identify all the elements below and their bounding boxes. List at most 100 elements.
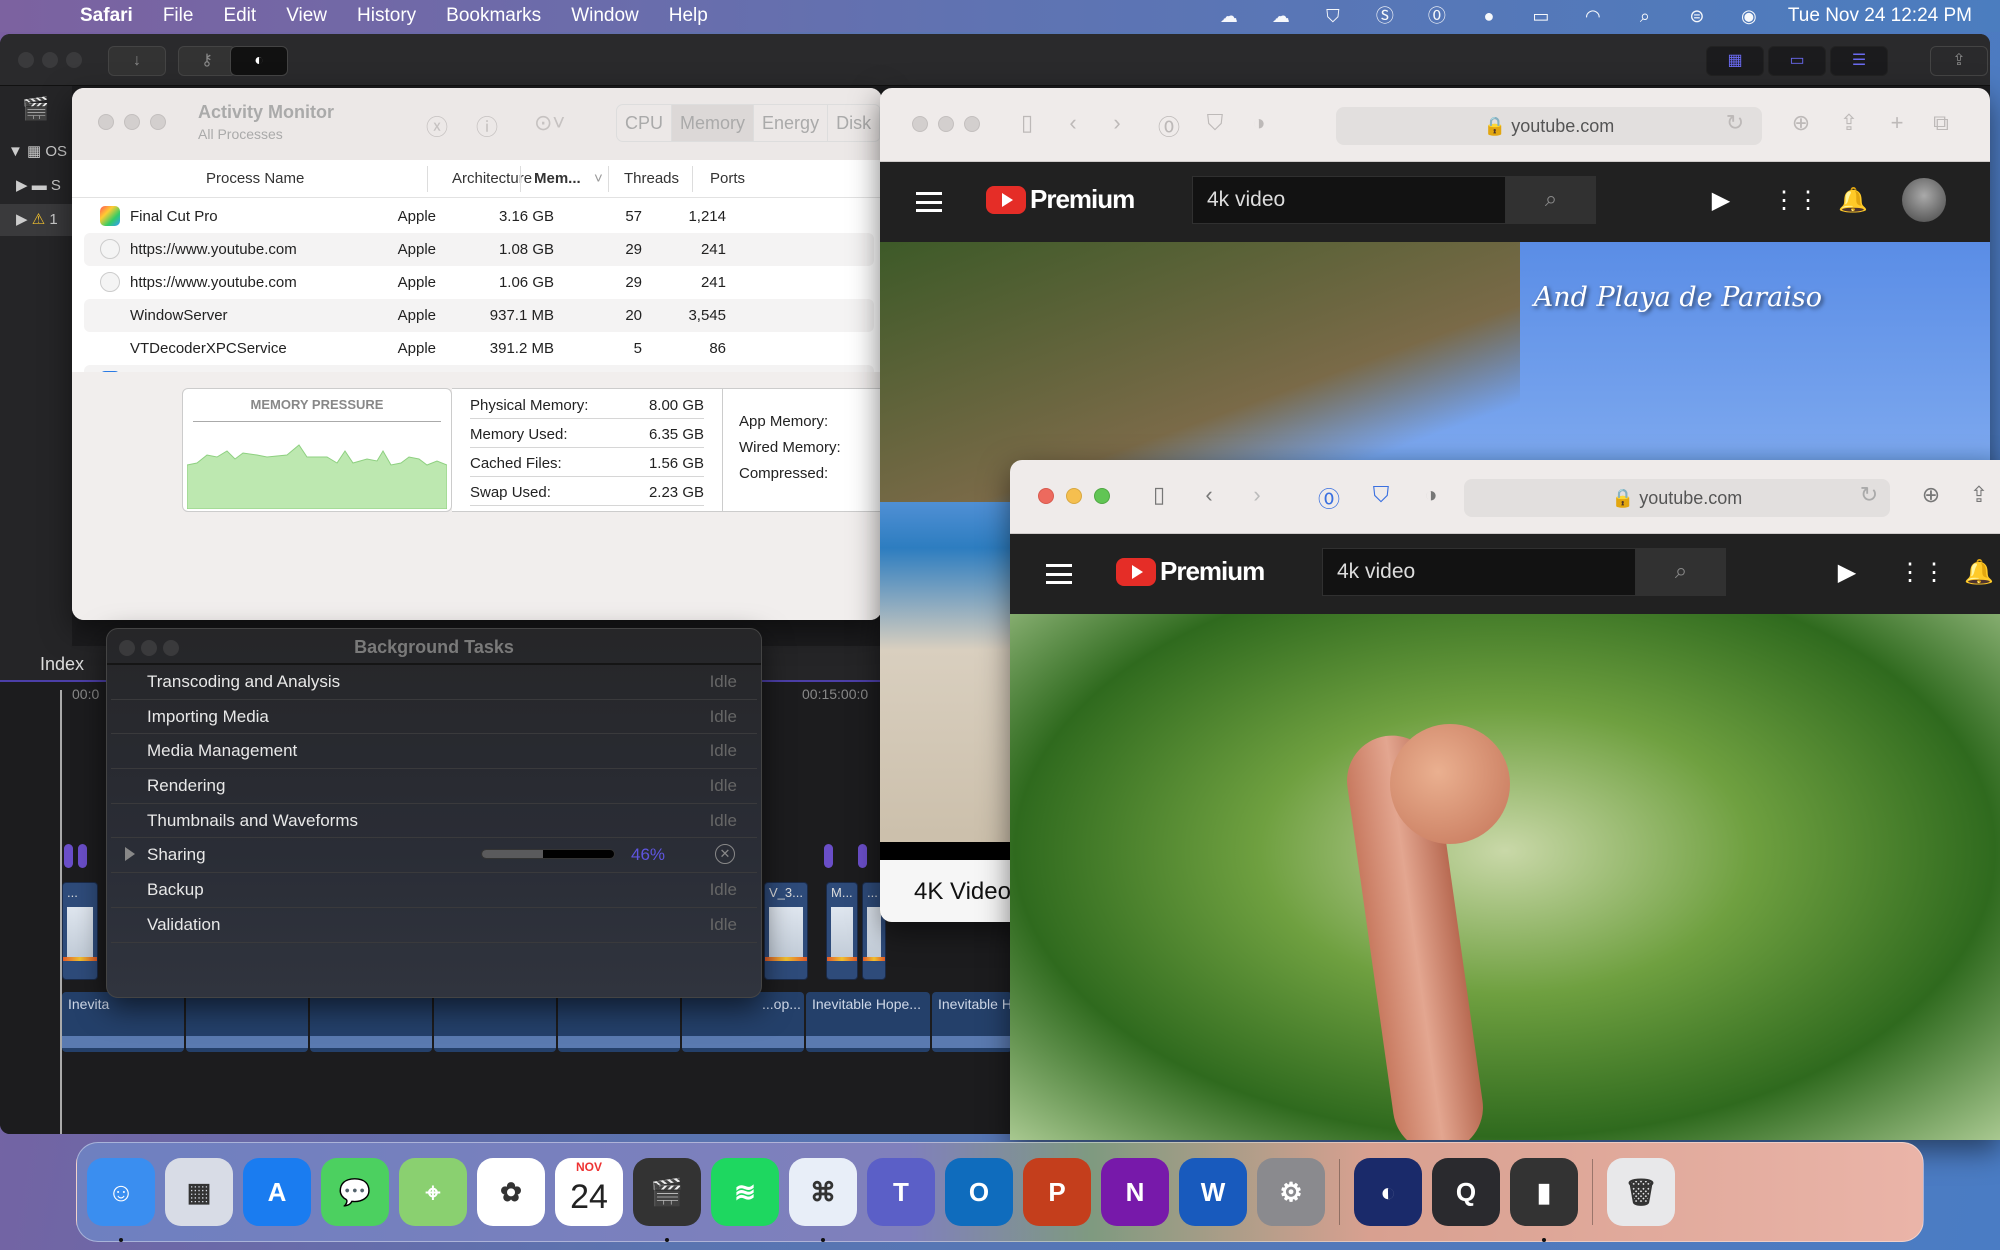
audio-clip[interactable] [186, 992, 308, 1052]
dock-final-cut-pro[interactable]: 🎬 [633, 1158, 701, 1242]
reload-icon[interactable]: ↻ [1720, 110, 1750, 136]
video-player-snake[interactable] [1010, 614, 2000, 1140]
menu-clock[interactable]: Tue Nov 24 12:24 PM [1788, 5, 1972, 27]
disclosure-triangle-icon[interactable] [125, 847, 135, 862]
youtube-brand[interactable]: Premium [1160, 556, 1265, 587]
am-close-button[interactable] [98, 114, 114, 130]
tab-cpu[interactable]: CPU [617, 105, 673, 141]
dock-photos[interactable]: ✿ [477, 1158, 545, 1226]
tab-overview-icon[interactable]: ⧉ [1926, 110, 1956, 136]
1password-icon[interactable]: ⓪ [1154, 110, 1184, 142]
privacy-shield-icon[interactable]: ◑ [1416, 482, 1446, 508]
process-row[interactable]: VTDecoderXPCService Apple 391.2 MB 5 86 [84, 332, 874, 365]
dock-system-preferences[interactable]: ⚙ [1257, 1158, 1325, 1226]
adguard-icon[interactable]: ⛉ [1320, 6, 1346, 26]
video-title-card[interactable]: 4K Video [880, 842, 1020, 922]
s-shield-icon[interactable]: Ⓢ [1372, 6, 1398, 26]
col-threads[interactable]: Threads [624, 170, 679, 187]
marker[interactable] [824, 844, 833, 868]
new-tab-icon[interactable]: + [1882, 110, 1912, 136]
menu-icon[interactable] [1046, 564, 1072, 584]
dock-quicktime-player[interactable]: Q [1432, 1158, 1500, 1226]
dock-maps[interactable]: ⌖ [399, 1158, 467, 1226]
am-zoom-button[interactable] [150, 114, 166, 130]
sort-chevron-icon[interactable]: ˅ [594, 170, 603, 187]
search-button[interactable]: ⌕ [1636, 548, 1726, 596]
menu-app-safari[interactable]: Safari [80, 5, 133, 27]
bt-minimize-button[interactable] [141, 640, 157, 656]
menu-help[interactable]: Help [669, 5, 708, 27]
apps-grid-icon[interactable]: ⋮⋮ [1898, 558, 1946, 587]
tab-disk[interactable]: Disk [828, 105, 881, 141]
keywords-icon[interactable]: ⚷ [178, 46, 236, 76]
battery-icon[interactable]: ▭ [1528, 6, 1554, 26]
stop-process-icon[interactable]: ⓧ [426, 110, 448, 142]
col-memory[interactable]: Mem... [534, 170, 581, 187]
process-row[interactable]: OneDriveIntel263.5 MB14287 [84, 365, 874, 372]
dock-spotify[interactable]: ≋ [711, 1158, 779, 1226]
menu-file[interactable]: File [163, 5, 194, 27]
process-row[interactable]: WindowServer Apple 937.1 MB 20 3,545 [84, 299, 874, 332]
create-video-icon[interactable]: ▶ [1832, 558, 1862, 587]
notifications-icon[interactable]: 🔔 [1964, 558, 1994, 587]
create-video-icon[interactable]: ▶ [1706, 186, 1736, 215]
menu-edit[interactable]: Edit [223, 5, 256, 27]
library-event[interactable]: ▶ ⚠ 1 [0, 204, 72, 236]
inspector-icon[interactable]: ☰ [1830, 46, 1888, 76]
video-clip[interactable]: V_3... [764, 882, 808, 980]
dock-microsoft-powerpoint[interactable]: P [1023, 1158, 1091, 1226]
search-input[interactable]: 4k video [1192, 176, 1506, 224]
video-clip[interactable]: ... [62, 882, 98, 980]
dock-finder[interactable]: ☺ [87, 1158, 155, 1242]
youtube-brand[interactable]: Premium [1030, 184, 1135, 215]
am-minimize-button[interactable] [124, 114, 140, 130]
safari-zoom-button[interactable] [1094, 488, 1110, 504]
forward-icon[interactable]: › [1242, 482, 1272, 508]
sidebar-icon[interactable]: ▯ [1144, 482, 1174, 508]
dock-trash[interactable]: 🗑 [1607, 1158, 1675, 1226]
library-item[interactable]: ▼ ▦ OS [0, 136, 72, 168]
marker[interactable] [64, 844, 73, 868]
task-row[interactable]: Rendering Idle [111, 769, 757, 804]
dock-volume-meter[interactable]: ▮ [1510, 1158, 1578, 1242]
menu-view[interactable]: View [286, 5, 327, 27]
col-process-name[interactable]: Process Name [206, 170, 304, 187]
audio-clip[interactable] [558, 992, 680, 1052]
library-folder[interactable]: ▶ ▬ S [0, 170, 72, 202]
address-bar[interactable]: 🔒 youtube.com [1336, 107, 1762, 145]
browser-grid-icon[interactable]: ▦ [1706, 46, 1764, 76]
dock-messages[interactable]: 💬 [321, 1158, 389, 1226]
reload-icon[interactable]: ↻ [1854, 482, 1884, 508]
dock-microsoft-onenote[interactable]: N [1101, 1158, 1169, 1226]
dock-calendar[interactable]: NOV 24 [555, 1158, 623, 1226]
downloads-icon[interactable]: ⊕ [1916, 482, 1946, 508]
fcp-zoom-button[interactable] [66, 52, 82, 68]
mask-icon[interactable]: ● [1476, 6, 1502, 26]
wifi-icon[interactable]: ◠ [1580, 6, 1606, 26]
dock-microsoft-teams[interactable]: T [867, 1158, 935, 1226]
address-bar[interactable]: 🔒 youtube.com [1464, 479, 1890, 517]
audio-clip[interactable] [434, 992, 556, 1052]
back-icon[interactable]: ‹ [1058, 110, 1088, 136]
safari-minimize-button[interactable] [938, 116, 954, 132]
menu-bookmarks[interactable]: Bookmarks [446, 5, 541, 27]
icloud-icon[interactable]: ☁ [1216, 6, 1242, 26]
audio-clip[interactable] [310, 992, 432, 1052]
more-actions-icon[interactable]: ⊙˅ [534, 110, 565, 136]
avatar[interactable] [1902, 178, 1946, 222]
safari-close-button[interactable] [912, 116, 928, 132]
dock-safari[interactable]: ⌘ [789, 1158, 857, 1242]
audio-clip[interactable]: Inevitable H [932, 992, 1012, 1052]
bt-zoom-button[interactable] [163, 640, 179, 656]
dock-cinema-4d[interactable]: ◐ [1354, 1158, 1422, 1226]
audio-clip[interactable]: ...op... [682, 992, 804, 1052]
task-row[interactable]: Backup Idle [111, 873, 757, 908]
tab-memory[interactable]: Memory [672, 105, 755, 141]
safari-close-button[interactable] [1038, 488, 1054, 504]
cancel-task-icon[interactable]: ✕ [715, 844, 735, 865]
fcp-close-button[interactable] [18, 52, 34, 68]
marker[interactable] [78, 844, 87, 868]
adguard-icon[interactable]: ⛉ [1366, 482, 1396, 508]
back-icon[interactable]: ‹ [1194, 482, 1224, 508]
youtube-logo-icon[interactable] [1116, 558, 1156, 586]
